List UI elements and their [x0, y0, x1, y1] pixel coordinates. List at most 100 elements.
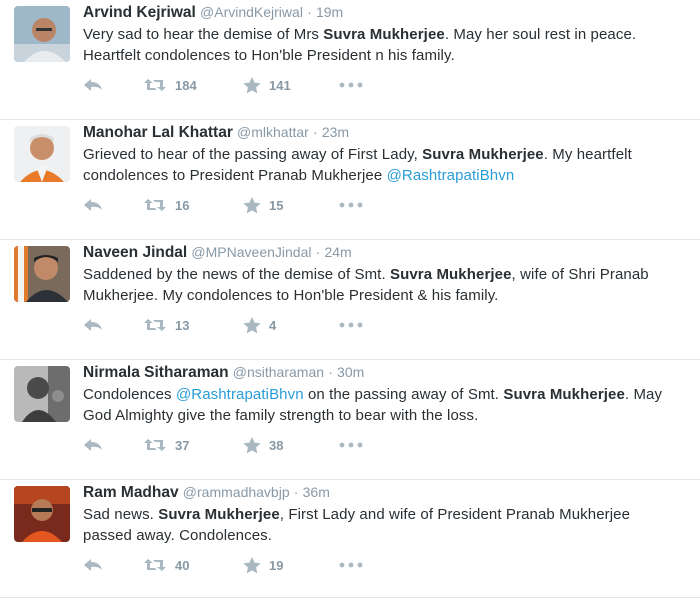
author-handle[interactable]: @nsitharaman [233, 364, 324, 380]
text-segment: Condolences [83, 386, 176, 403]
tweet-timestamp[interactable]: 19m [316, 4, 343, 20]
star-icon [243, 76, 261, 94]
reply-arrow-icon [83, 318, 103, 332]
tweet-text: Saddened by the news of the demise of Sm… [83, 264, 680, 306]
favorite-count: 15 [269, 197, 284, 213]
author-handle[interactable]: @MPNaveenJindal [191, 244, 311, 260]
retweet-icon [143, 438, 167, 452]
highlighted-name: Suvra Mukherjee [323, 26, 445, 43]
more-button[interactable] [339, 562, 379, 568]
author-handle[interactable]: @rammadhavbjp [183, 484, 290, 500]
avatar-image [14, 6, 70, 62]
avatar[interactable] [14, 126, 70, 182]
tweet-header: Manohar Lal Khattar @mlkhattar · 23m [83, 122, 680, 143]
more-button[interactable] [339, 82, 379, 88]
tweet-item[interactable]: Manohar Lal Khattar @mlkhattar · 23m Gri… [0, 120, 700, 240]
reply-button[interactable] [83, 78, 143, 92]
favorite-button[interactable]: 4 [243, 316, 339, 334]
retweet-button[interactable]: 40 [143, 558, 243, 573]
retweet-button[interactable]: 16 [143, 198, 243, 213]
separator-dot: · [315, 244, 321, 260]
highlighted-name: Suvra Mukherjee [503, 386, 625, 403]
tweet-timestamp[interactable]: 23m [322, 124, 349, 140]
retweet-button[interactable]: 37 [143, 438, 243, 453]
tweet-actions: 184 141 [83, 75, 379, 95]
tweet-actions: 13 4 [83, 315, 379, 335]
tweet-header: Nirmala Sitharaman @nsitharaman · 30m [83, 362, 680, 383]
retweet-button[interactable]: 13 [143, 318, 243, 333]
highlighted-name: Suvra Mukherjee [158, 506, 280, 523]
tweet-actions: 16 15 [83, 195, 379, 215]
retweet-icon [143, 558, 167, 572]
mention-link[interactable]: @RashtrapatiBhvn [176, 386, 304, 403]
favorite-count: 38 [269, 437, 284, 453]
author-name[interactable]: Manohar Lal Khattar [83, 124, 233, 141]
tweet-text: Condolences @RashtrapatiBhvn on the pass… [83, 384, 680, 426]
tweet-text: Grieved to hear of the passing away of F… [83, 144, 680, 186]
reply-arrow-icon [83, 78, 103, 92]
star-icon [243, 316, 261, 334]
retweet-icon [143, 198, 167, 212]
tweet-timestamp[interactable]: 36m [303, 484, 330, 500]
favorite-count: 141 [269, 77, 291, 93]
author-name[interactable]: Nirmala Sitharaman [83, 364, 229, 381]
favorite-button[interactable]: 38 [243, 436, 339, 454]
tweet-timestamp[interactable]: 30m [337, 364, 364, 380]
highlighted-name: Suvra Mukherjee [389, 266, 512, 283]
more-button[interactable] [339, 442, 379, 448]
tweet-timeline: Arvind Kejriwal @ArvindKejriwal · 19m Ve… [0, 0, 700, 598]
favorite-count: 4 [269, 317, 277, 333]
text-segment: Very sad to hear the demise of Mrs [83, 26, 324, 43]
avatar-image [14, 486, 70, 542]
avatar-image [14, 366, 70, 422]
separator-dot: · [313, 124, 318, 140]
retweet-button[interactable]: 184 [143, 78, 243, 93]
text-segment: Sad news. [83, 506, 159, 523]
avatar[interactable] [14, 246, 70, 302]
avatar[interactable] [14, 366, 70, 422]
retweet-count: 16 [175, 197, 190, 213]
favorite-button[interactable]: 15 [243, 196, 339, 214]
text-segment: Saddened by the news of the demise of Sm… [83, 266, 390, 283]
tweet-timestamp[interactable]: 24m [324, 244, 351, 260]
avatar[interactable] [14, 6, 70, 62]
mention-link[interactable]: @RashtrapatiBhvn [387, 167, 515, 184]
text-segment: Grieved to hear of the passing away of F… [83, 146, 423, 163]
author-handle[interactable]: @ArvindKejriwal [200, 4, 303, 20]
tweet-header: Arvind Kejriwal @ArvindKejriwal · 19m [83, 2, 680, 23]
tweet-item[interactable]: Ram Madhav @rammadhavbjp · 36m Sad news.… [0, 480, 700, 598]
retweet-count: 184 [175, 77, 197, 93]
star-icon [243, 196, 261, 214]
author-name[interactable]: Naveen Jindal [83, 244, 187, 261]
highlighted-name: Suvra Mukherjee [422, 146, 544, 163]
retweet-count: 13 [175, 317, 190, 333]
retweet-count: 37 [175, 437, 190, 453]
star-icon [243, 556, 261, 574]
text-segment: on the passing away of Smt. [303, 386, 504, 403]
tweet-item[interactable]: Naveen Jindal @MPNaveenJindal · 24m Sadd… [0, 240, 700, 360]
favorite-button[interactable]: 19 [243, 556, 339, 574]
more-button[interactable] [339, 322, 379, 328]
tweet-item[interactable]: Nirmala Sitharaman @nsitharaman · 30m Co… [0, 360, 700, 480]
separator-dot: · [293, 484, 299, 500]
author-name[interactable]: Ram Madhav [83, 484, 179, 501]
tweet-header: Naveen Jindal @MPNaveenJindal · 24m [83, 242, 680, 263]
reply-arrow-icon [83, 198, 103, 212]
retweet-icon [143, 78, 167, 92]
separator-dot: · [307, 4, 312, 20]
reply-button[interactable] [83, 558, 143, 572]
author-handle[interactable]: @mlkhattar [237, 124, 309, 140]
reply-button[interactable] [83, 198, 143, 212]
reply-button[interactable] [83, 318, 143, 332]
reply-button[interactable] [83, 438, 143, 452]
favorite-count: 19 [269, 557, 284, 573]
favorite-button[interactable]: 141 [243, 76, 339, 94]
avatar[interactable] [14, 486, 70, 542]
retweet-icon [143, 318, 167, 332]
author-name[interactable]: Arvind Kejriwal [83, 4, 196, 21]
ellipsis-icon [339, 562, 363, 568]
ellipsis-icon [339, 82, 363, 88]
tweet-item[interactable]: Arvind Kejriwal @ArvindKejriwal · 19m Ve… [0, 0, 700, 120]
tweet-header: Ram Madhav @rammadhavbjp · 36m [83, 482, 680, 503]
more-button[interactable] [339, 202, 379, 208]
